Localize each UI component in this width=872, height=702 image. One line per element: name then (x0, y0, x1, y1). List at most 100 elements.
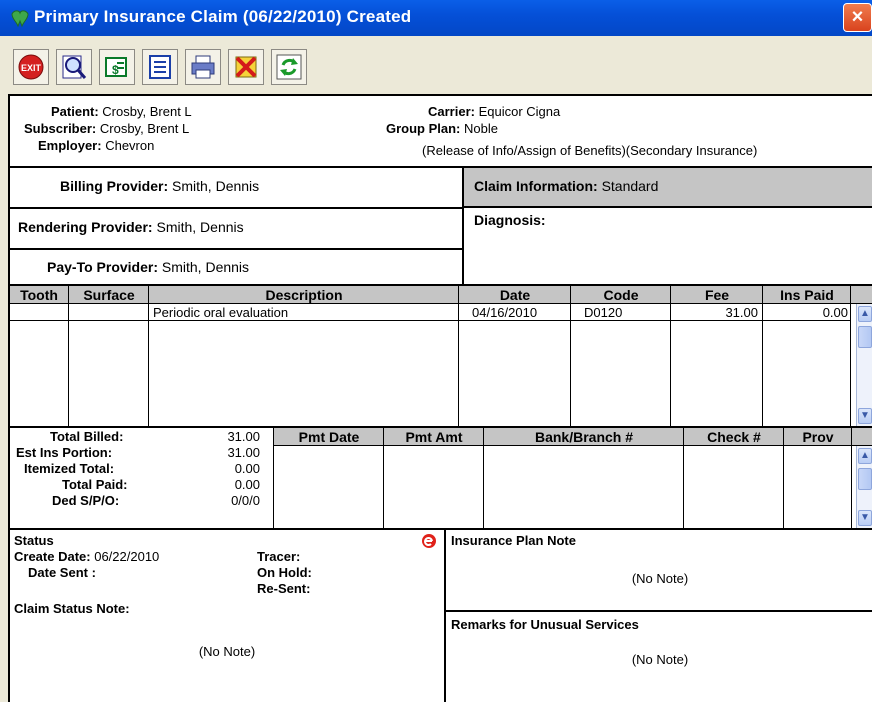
total-billed-value: 31.00 (227, 429, 260, 444)
col-description: Description (265, 287, 343, 303)
subscriber-label: Subscriber: (24, 121, 97, 136)
claim-status-note-label: Claim Status Note: (14, 601, 130, 616)
billing-provider-value: Smith, Dennis (172, 178, 260, 194)
create-date-row: Create Date: 06/22/2010 (14, 549, 159, 564)
carrier-value: Equicor Cigna (478, 104, 561, 119)
printer-icon (191, 55, 215, 79)
total-paid-value: 0.00 (234, 477, 260, 492)
delete-icon (235, 56, 257, 78)
col-pmt-amt: Pmt Amt (405, 429, 463, 445)
payto-provider-row: Pay-To Provider: Smith, Dennis (47, 259, 249, 275)
edit-status-icon[interactable] (421, 533, 437, 549)
scroll-thumb[interactable] (858, 326, 872, 348)
svg-text:EXIT: EXIT (21, 63, 42, 73)
rendering-provider-label: Rendering Provider: (18, 219, 153, 235)
total-billed-label: Total Billed: (50, 429, 124, 444)
insurance-plan-note[interactable]: (No Note) (446, 571, 872, 586)
patient-value: Crosby, Brent L (102, 104, 192, 119)
print-button[interactable] (185, 49, 221, 85)
col-code: Code (603, 287, 639, 303)
carrier-label: Carrier: (428, 104, 475, 119)
date-sent-label: Date Sent : (28, 565, 96, 580)
group-plan-label: Group Plan: (386, 121, 461, 136)
col-pmt-date: Pmt Date (298, 429, 360, 445)
insurance-plan-note-label: Insurance Plan Note (451, 533, 576, 548)
employer-row: Employer: Chevron (38, 138, 154, 153)
preview-button[interactable] (56, 49, 92, 85)
est-ins-value: 31.00 (227, 445, 260, 460)
toolbar: EXIT $ (0, 36, 872, 94)
col-date: Date (499, 287, 531, 303)
employer-label: Employer: (38, 138, 102, 153)
row-description: Periodic oral evaluation (153, 305, 289, 320)
scroll-up-icon[interactable]: ▲ (858, 306, 872, 322)
rendering-provider-value: Smith, Dennis (156, 219, 244, 235)
total-paid-label: Total Paid: (62, 477, 128, 492)
col-surface: Surface (83, 287, 135, 303)
scroll-down-icon[interactable]: ▼ (858, 408, 872, 424)
col-fee: Fee (704, 287, 730, 303)
re-sent-label: Re-Sent: (257, 581, 311, 596)
scroll-up-icon[interactable]: ▲ (858, 448, 872, 464)
tracer-label: Tracer: (257, 549, 301, 564)
rendering-provider-row: Rendering Provider: Smith, Dennis (18, 219, 244, 235)
est-ins-label: Est Ins Portion: (16, 445, 113, 460)
row-ins-paid: 0.00 (822, 305, 848, 320)
svg-text:$: $ (112, 63, 119, 77)
col-check: Check # (707, 429, 761, 445)
payto-provider-label: Pay-To Provider: (47, 259, 158, 275)
billing-provider-row: Billing Provider: Smith, Dennis (60, 178, 259, 194)
app-icon (11, 10, 29, 28)
billing-provider-label: Billing Provider: (60, 178, 169, 194)
status-title: Status (14, 533, 54, 548)
exit-button[interactable]: EXIT (13, 49, 49, 85)
refresh-icon (276, 54, 302, 80)
window-title: Primary Insurance Claim (06/22/2010) Cre… (34, 7, 412, 26)
col-tooth: Tooth (20, 287, 58, 303)
col-bank-branch: Bank/Branch # (534, 429, 634, 445)
claim-form-frame: Patient: Crosby, Brent L Subscriber: Cro… (0, 94, 872, 702)
col-ins-paid: Ins Paid (780, 287, 834, 303)
payment-scrollbar[interactable]: ▲ ▼ (856, 446, 872, 528)
subscriber-row: Subscriber: Crosby, Brent L (24, 121, 189, 136)
employer-value: Chevron (105, 138, 155, 153)
row-date: 04/16/2010 (472, 305, 538, 320)
patient-row: Patient: Crosby, Brent L (51, 104, 192, 119)
create-date-label: Create Date: (14, 549, 91, 564)
ded-label: Ded S/P/O: (52, 493, 120, 508)
diagnosis-label: Diagnosis: (474, 212, 546, 228)
exit-icon: EXIT (18, 54, 44, 80)
procedure-scrollbar[interactable]: ▲ ▼ (856, 304, 872, 426)
delete-button[interactable] (228, 49, 264, 85)
on-hold-label: On Hold: (257, 565, 312, 580)
patient-label: Patient: (51, 104, 99, 119)
claim-info-row: Claim Information: Standard (474, 178, 658, 194)
claim-form: Patient: Crosby, Brent L Subscriber: Cro… (8, 94, 872, 702)
refresh-button[interactable] (271, 49, 307, 85)
itemized-label: Itemized Total: (24, 461, 115, 476)
ded-value: 0/0/0 (231, 493, 260, 508)
group-plan-row: Group Plan: Noble (386, 121, 498, 136)
payment-icon: $ (105, 57, 127, 77)
list-button[interactable] (142, 49, 178, 85)
col-prov: Prov (802, 429, 834, 445)
create-date-value: 06/22/2010 (94, 549, 160, 564)
list-icon (149, 55, 171, 79)
row-code: D0120 (584, 305, 623, 320)
scroll-thumb[interactable] (858, 468, 872, 490)
title-bar: Primary Insurance Claim (06/22/2010) Cre… (0, 0, 872, 36)
claim-info-value: Standard (601, 178, 659, 194)
magnifier-icon (62, 55, 87, 79)
claim-status-note[interactable]: (No Note) (10, 644, 444, 659)
scroll-down-icon[interactable]: ▼ (858, 510, 872, 526)
row-fee: 31.00 (725, 305, 758, 320)
group-plan-value: Noble (464, 121, 498, 136)
payment-button[interactable]: $ (99, 49, 135, 85)
remarks-note[interactable]: (No Note) (446, 652, 872, 667)
close-button[interactable]: × (843, 3, 872, 32)
claim-info-label: Claim Information: (474, 178, 598, 194)
subscriber-value: Crosby, Brent L (99, 121, 190, 136)
payto-provider-value: Smith, Dennis (161, 259, 250, 275)
remarks-label: Remarks for Unusual Services (451, 617, 639, 632)
carrier-row: Carrier: Equicor Cigna (428, 104, 560, 119)
